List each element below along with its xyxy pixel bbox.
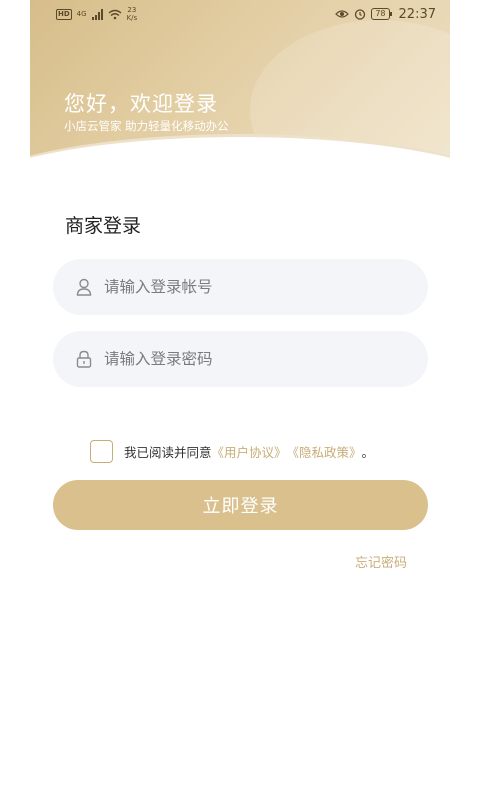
forgot-password-link[interactable]: 忘记密码 [355, 552, 407, 571]
agreement-row: 我已阅读并同意 《用户协议》 《隐私政策》 。 [90, 440, 374, 463]
account-input[interactable] [104, 278, 404, 296]
phone-screen: HD 4G 23 K/s 78 22:37 您好，欢迎登录 小店云管家 助力轻量… [30, 0, 450, 803]
agreement-checkbox[interactable] [90, 440, 113, 463]
eye-icon [335, 10, 350, 18]
hd-badge: HD [56, 8, 72, 20]
battery-icon: 78 [371, 8, 392, 20]
form-title: 商家登录 [65, 215, 142, 237]
password-field[interactable] [53, 331, 428, 387]
user-agreement-link[interactable]: 《用户协议》 [212, 442, 287, 461]
lock-icon [76, 350, 92, 368]
status-left: HD 4G 23 K/s [56, 6, 137, 22]
status-bar: HD 4G 23 K/s 78 22:37 [30, 0, 450, 28]
user-icon [76, 278, 92, 296]
account-field[interactable] [53, 259, 428, 315]
header-banner: HD 4G 23 K/s 78 22:37 您好，欢迎登录 小店云管家 助力轻量… [30, 0, 450, 175]
privacy-policy-link[interactable]: 《隐私政策》 [287, 442, 362, 461]
speed-unit: K/s [126, 14, 138, 22]
login-button[interactable]: 立即登录 [53, 480, 428, 530]
speed-value: 23 [127, 6, 137, 14]
password-input[interactable] [104, 350, 404, 368]
screen: HD 4G 23 K/s 78 22:37 您好，欢迎登录 小店云管家 助力轻量… [0, 0, 480, 803]
agreement-suffix: 。 [361, 445, 375, 460]
wifi-icon [108, 9, 122, 19]
network-type: 4G [76, 10, 87, 18]
welcome-title: 您好，欢迎登录 [64, 92, 218, 116]
welcome-subtitle: 小店云管家 助力轻量化移动办公 [64, 119, 229, 133]
signal-icon [91, 8, 103, 20]
agreement-prefix: 我已阅读并同意 [124, 445, 212, 460]
status-time: 22:37 [398, 6, 436, 22]
network-speed: 23 K/s [127, 6, 138, 22]
status-right: 78 22:37 [335, 7, 436, 22]
alarm-icon [355, 9, 366, 20]
